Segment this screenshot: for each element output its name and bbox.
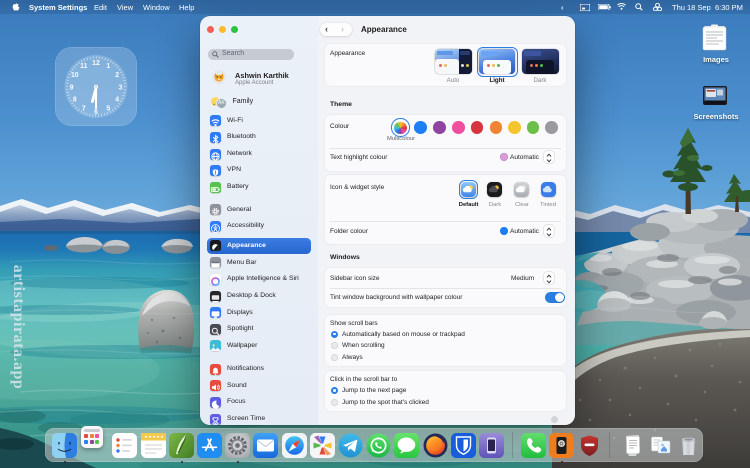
svg-text:12: 12	[92, 60, 100, 67]
svg-text:3: 3	[119, 84, 123, 91]
svg-text:2: 2	[115, 72, 119, 79]
svg-text:4: 4	[115, 97, 119, 104]
svg-text:9: 9	[70, 84, 74, 91]
svg-text:7: 7	[82, 106, 86, 113]
svg-text:5: 5	[106, 106, 110, 113]
svg-text:10: 10	[71, 72, 79, 79]
svg-text:11: 11	[80, 63, 87, 70]
svg-text:8: 8	[73, 97, 77, 104]
svg-text:6: 6	[94, 109, 98, 116]
svg-text:1: 1	[106, 63, 110, 70]
